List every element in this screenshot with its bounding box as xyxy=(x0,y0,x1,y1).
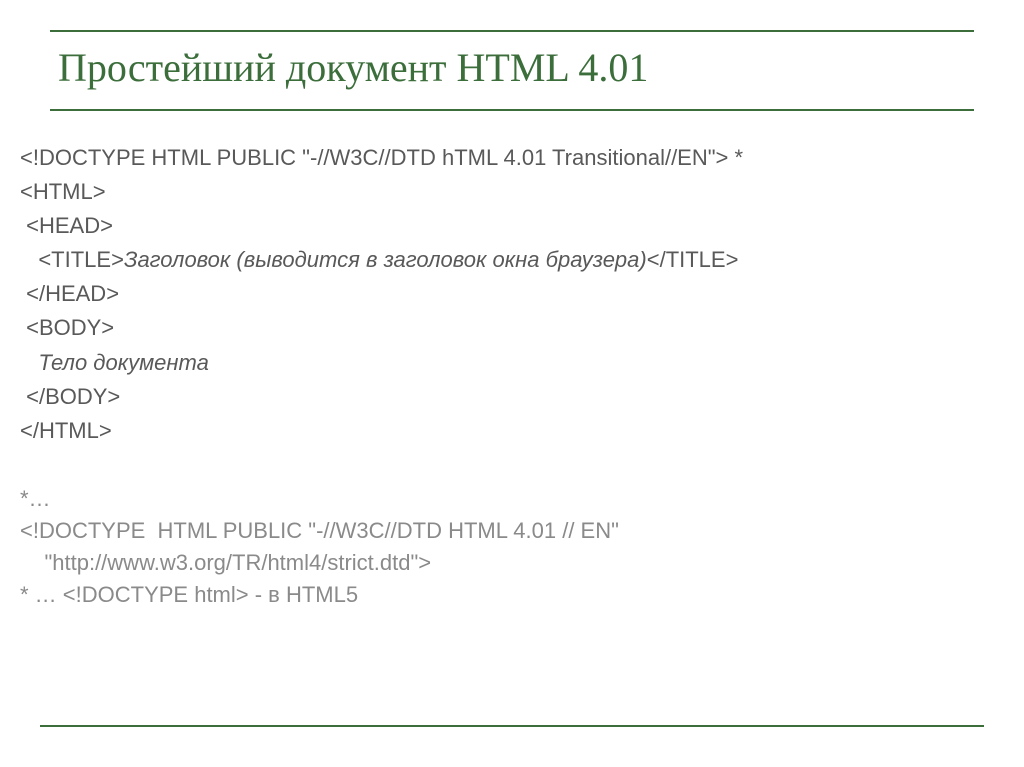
footer-line-4: * … <!DOCTYPE html> - в HTML5 xyxy=(20,579,1004,611)
footer-note: *… <!DOCTYPE HTML PUBLIC "-//W3C//DTD HT… xyxy=(20,483,1004,611)
code-line-html-open: <HTML> xyxy=(20,175,1004,209)
title-tag-close: </TITLE> xyxy=(647,247,739,272)
doctype-text: <!DOCTYPE HTML PUBLIC "-//W3C//DTD hTML … xyxy=(20,145,728,170)
code-line-head-close: </HEAD> xyxy=(20,277,1004,311)
body-content-text: Тело документа xyxy=(38,350,209,375)
title-tag-content: Заголовок (выводится в заголовок окна бр… xyxy=(124,247,647,272)
code-line-html-close: </HTML> xyxy=(20,414,1004,448)
body-indent xyxy=(20,350,38,375)
title-tag-open: <TITLE> xyxy=(20,247,124,272)
slide-container: Простейший документ HTML 4.01 <!DOCTYPE … xyxy=(0,0,1024,767)
bottom-divider xyxy=(40,725,984,727)
footer-line-1: *… xyxy=(20,483,1004,515)
footer-line-2: <!DOCTYPE HTML PUBLIC "-//W3C//DTD HTML … xyxy=(20,515,1004,547)
code-line-title: <TITLE>Заголовок (выводится в заголовок … xyxy=(20,243,1004,277)
code-line-doctype: <!DOCTYPE HTML PUBLIC "-//W3C//DTD hTML … xyxy=(20,141,1004,175)
slide-title: Простейший документ HTML 4.01 xyxy=(50,44,974,91)
code-line-head-open: <HEAD> xyxy=(20,209,1004,243)
code-line-body-close: </BODY> xyxy=(20,380,1004,414)
footer-line-3: "http://www.w3.org/TR/html4/strict.dtd"> xyxy=(20,547,1004,579)
asterisk-mark: * xyxy=(728,145,743,170)
code-line-body-content: Тело документа xyxy=(20,346,1004,380)
code-line-body-open: <BODY> xyxy=(20,311,1004,345)
title-box: Простейший документ HTML 4.01 xyxy=(50,30,974,111)
slide-content: <!DOCTYPE HTML PUBLIC "-//W3C//DTD hTML … xyxy=(10,141,1014,610)
